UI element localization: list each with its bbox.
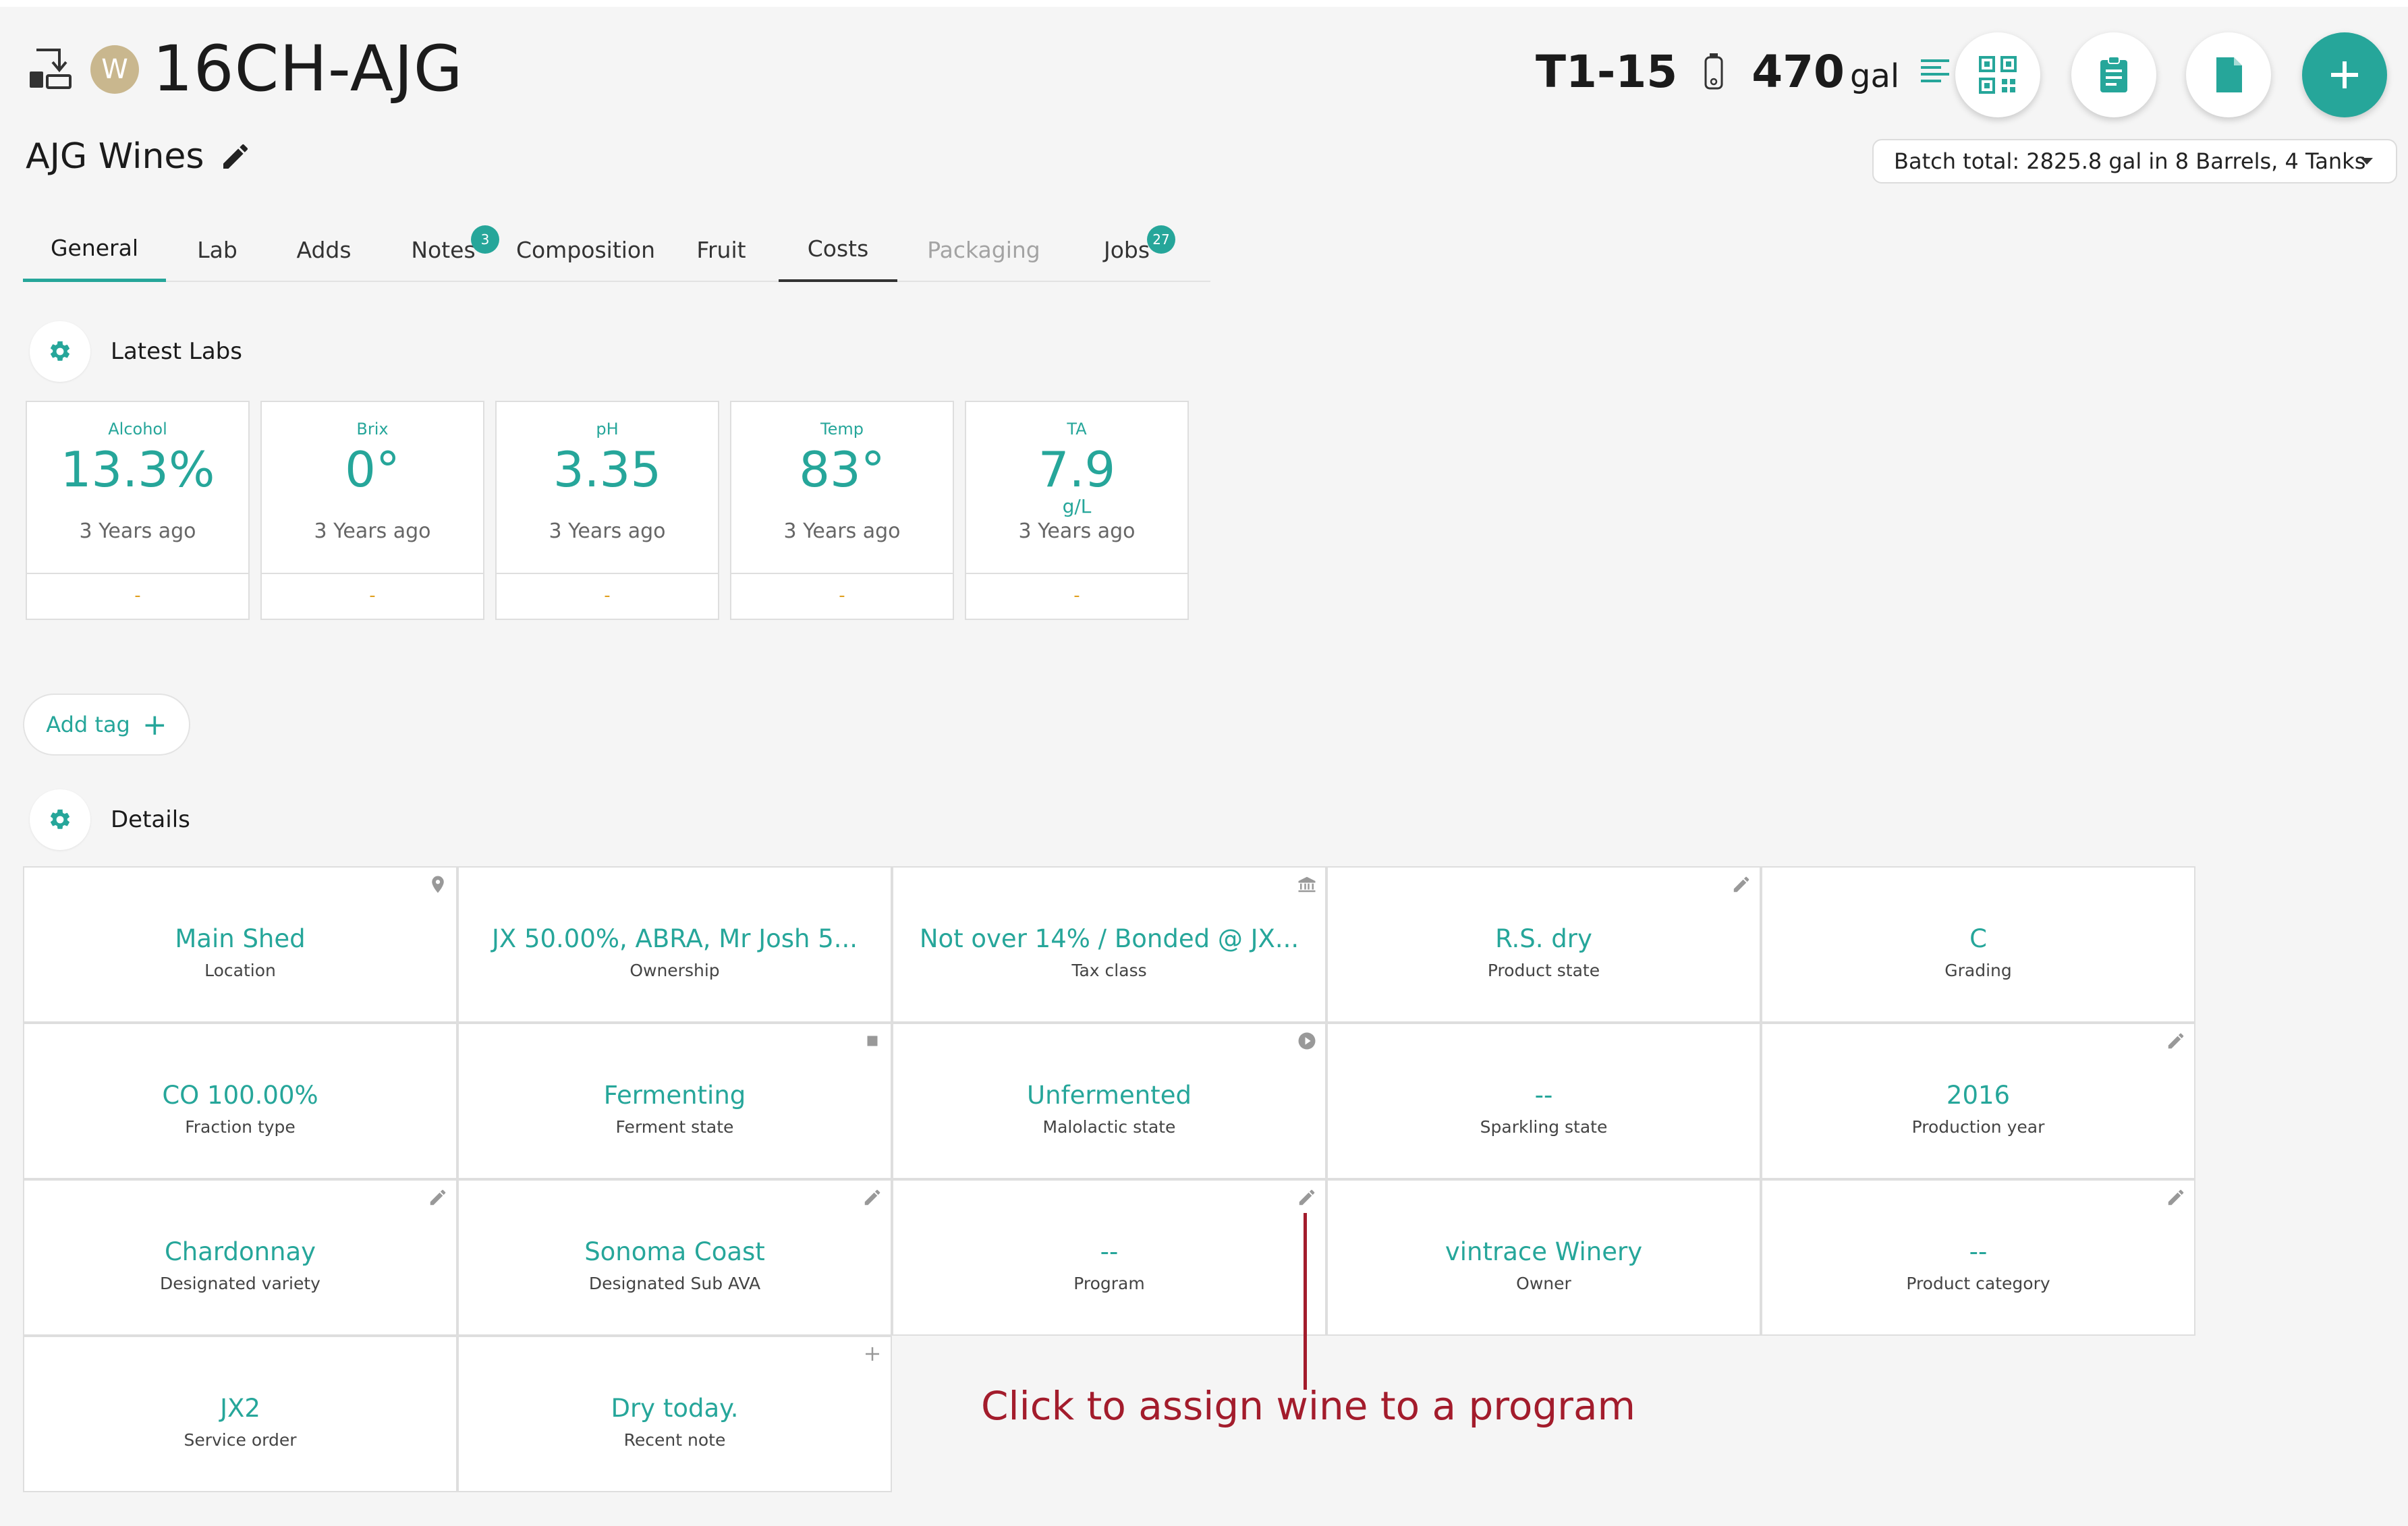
detail-product-category[interactable]: -- Product category (1761, 1179, 2195, 1336)
plus-icon[interactable] (862, 1344, 883, 1364)
lab-card-brix[interactable]: Brix 0° 3 Years ago - (260, 401, 484, 620)
detail-production-year[interactable]: 2016 Production year (1761, 1023, 2195, 1179)
lab-card-ph[interactable]: pH 3.35 3 Years ago - (495, 401, 719, 620)
detail-malolactic-state[interactable]: Unfermented Malolactic state (892, 1023, 1326, 1179)
location-pin-icon (432, 876, 444, 893)
detail-ownership[interactable]: JX 50.00%, ABRA, Mr Josh 5... Ownership (457, 866, 892, 1023)
detail-tax-class[interactable]: Not over 14% / Bonded @ JX... Tax class (892, 866, 1326, 1023)
detail-designated-sub-ava[interactable]: Sonoma Coast Designated Sub AVA (457, 1179, 892, 1336)
tab-adds[interactable]: Adds (269, 217, 379, 282)
details-settings-button[interactable] (30, 789, 90, 850)
volume-unit: gal (1849, 57, 1900, 95)
tab-lab[interactable]: Lab (166, 217, 269, 282)
clipboard-icon (2100, 56, 2127, 92)
pencil-icon[interactable] (428, 1187, 448, 1208)
vessel-info: T1-15 470 gal (1536, 46, 1951, 98)
stop-icon[interactable] (862, 1031, 883, 1051)
latest-labs-settings-button[interactable] (30, 321, 90, 382)
chevron-down-icon (2361, 158, 2373, 165)
tab-bar: General Lab Adds Notes 3 Composition Fru… (23, 217, 1210, 282)
transfer-icon[interactable] (27, 46, 74, 93)
add-button[interactable] (2302, 32, 2387, 117)
tab-jobs[interactable]: Jobs 27 (1070, 217, 1183, 282)
pencil-icon[interactable] (2166, 1031, 2186, 1051)
document-icon (2216, 57, 2242, 92)
callout-line (1304, 1213, 1307, 1390)
tab-costs[interactable]: Costs (779, 217, 897, 282)
tab-composition[interactable]: Composition (507, 217, 664, 282)
owner-name: AJG Wines (26, 136, 204, 177)
details-title: Details (111, 806, 190, 833)
clipboard-button[interactable] (2071, 32, 2156, 117)
pencil-icon[interactable] (1731, 874, 1752, 895)
detail-owner[interactable]: vintrace Winery Owner (1326, 1179, 1761, 1336)
title-row: W 16CH-AJG (27, 32, 464, 106)
lab-card-ta[interactable]: TA 7.9 g/L 3 Years ago - (965, 401, 1189, 620)
notes-count-badge: 3 (471, 225, 499, 254)
plus-icon (2331, 61, 2358, 88)
pencil-icon[interactable] (1297, 1187, 1317, 1208)
detail-recent-note[interactable]: Dry today. Recent note (457, 1336, 892, 1492)
lab-card-temp[interactable]: Temp 83° 3 Years ago - (730, 401, 954, 620)
detail-program[interactable]: -- Program (892, 1179, 1326, 1336)
detail-designated-variety[interactable]: Chardonnay Designated variety (23, 1179, 457, 1336)
plus-icon: + (142, 707, 167, 742)
latest-labs-title: Latest Labs (111, 338, 242, 365)
avatar: W (90, 45, 139, 94)
detail-grading[interactable]: C Grading (1761, 866, 2195, 1023)
add-tag-button[interactable]: Add tag + (23, 694, 190, 756)
tab-packaging: Packaging (927, 236, 1040, 263)
detail-service-order[interactable]: JX2 Service order (23, 1336, 457, 1492)
jobs-count-badge: 27 (1147, 225, 1175, 254)
callout-text: Click to assign wine to a program (981, 1383, 1636, 1429)
qr-code-icon (1979, 56, 2017, 94)
owner-row: AJG Wines (26, 136, 252, 177)
pencil-icon[interactable] (2166, 1187, 2186, 1208)
detail-ferment-state[interactable]: Fermenting Ferment state (457, 1023, 892, 1179)
gear-icon (50, 341, 70, 361)
top-edge (0, 0, 2408, 7)
detail-product-state[interactable]: R.S. dry Product state (1326, 866, 1761, 1023)
list-icon[interactable] (1920, 57, 1951, 88)
tab-fruit[interactable]: Fruit (664, 217, 779, 282)
pencil-icon[interactable] (862, 1187, 883, 1208)
add-tag-label: Add tag (46, 712, 130, 737)
detail-fraction-type[interactable]: CO 100.00% Fraction type (23, 1023, 457, 1179)
details-header: Details (30, 789, 190, 850)
lab-card-alcohol[interactable]: Alcohol 13.3% 3 Years ago - (26, 401, 250, 620)
tank-icon (1704, 53, 1723, 89)
tab-notes[interactable]: Notes 3 (379, 217, 507, 282)
bank-icon (1298, 876, 1316, 893)
latest-labs-header: Latest Labs (30, 321, 242, 382)
qr-code-button[interactable] (1955, 32, 2040, 117)
tab-general[interactable]: General (23, 217, 166, 282)
gear-icon (50, 809, 70, 829)
batch-total-text: Batch total: 2825.8 gal in 8 Barrels, 4 … (1894, 148, 2366, 174)
pencil-icon[interactable] (219, 140, 252, 173)
play-icon[interactable] (1297, 1031, 1317, 1051)
batch-total-dropdown[interactable]: Batch total: 2825.8 gal in 8 Barrels, 4 … (1872, 139, 2397, 183)
detail-sparkling-state[interactable]: -- Sparkling state (1326, 1023, 1761, 1179)
vessel-code[interactable]: T1-15 (1536, 46, 1677, 98)
document-button[interactable] (2186, 32, 2271, 117)
detail-location[interactable]: Main Shed Location (23, 866, 457, 1023)
wine-code-title: 16CH-AJG (152, 32, 464, 106)
volume-value: 470 (1752, 46, 1845, 98)
